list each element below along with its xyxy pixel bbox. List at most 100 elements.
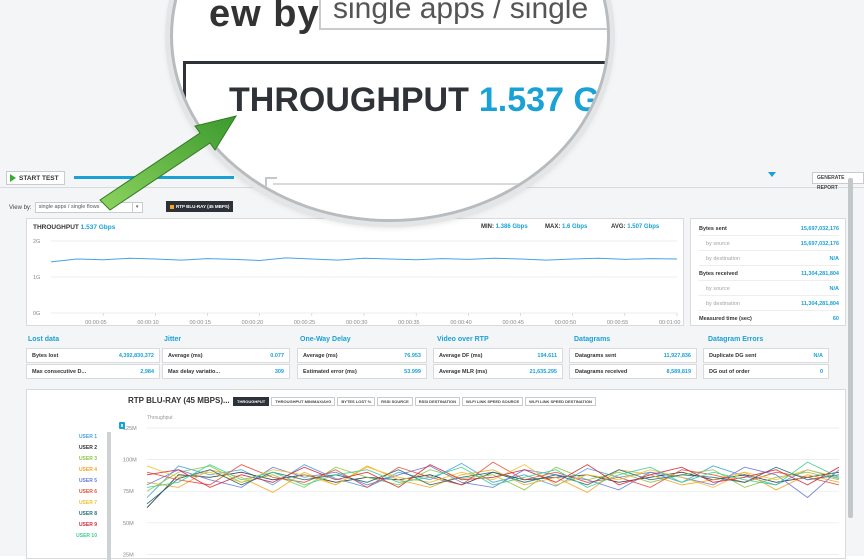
bytes-row-value: 60 [832,316,839,322]
collapse-caret-icon[interactable] [768,172,776,177]
tab-rssi-source[interactable]: RSSI SOURCE [377,397,413,406]
y-tick-label: 1G [33,275,40,281]
metric-label: Duplicate DG sent [709,352,757,359]
metric-value: 21,635.295 [529,368,557,375]
user-legend-item[interactable]: USER 10 [27,531,101,542]
app-window: START TEST GENERATE REPORT View by: sing… [0,0,864,560]
bytes-row-label: Bytes received [699,270,738,277]
lens-view-by-text: ew by: [209,0,334,35]
lens-gridline [273,183,607,185]
metric-label: Average DF (ms) [439,352,483,359]
lens-throughput-label: THROUGHPUT [229,81,469,119]
user-legend-item[interactable]: USER 1 [27,432,101,443]
y-tick-label: 25M [123,552,134,558]
metric-label: Bytes lost [32,352,59,359]
bytes-row: Measured time (sec) 60 [699,312,839,326]
tab-wifi-link-speed-source[interactable]: WI-FI LINK SPEED SOURCE [462,397,524,406]
throughput-title: THROUGHPUT 1.537 Gbps [33,224,115,231]
flow-color-icon [170,204,174,209]
min-label: MIN: [481,224,494,230]
bytes-row: by source 15,697,032,176 [699,237,839,251]
y-tick-label: 50M [123,521,134,527]
metric-value: 309 [274,368,284,375]
user-legend-item[interactable]: USER 8 [27,509,101,520]
metric-row: Average MLR (ms) 21,635.295 [433,364,563,379]
metric-label: Average (ms) [303,352,338,359]
x-tick-label: 00:00:45 [503,320,524,326]
chevron-down-icon: ▾ [131,203,142,212]
x-tick-label: 00:01:00 [659,320,680,326]
user-legend-item[interactable]: USER 5 [27,476,101,487]
x-tick-label: 00:00:20 [242,320,263,326]
x-tick-label: 00:00:30 [346,320,367,326]
lower-chart-subtitle: Throughput [147,415,173,421]
y-tick-label: 2G [33,239,40,245]
user-legend-item[interactable]: USER 3 [27,454,101,465]
avg-label: AVG: [611,224,626,230]
lost-data-title: Lost data [28,336,60,343]
y-tick-label: 0G [33,311,40,317]
metric-value: 2,984 [140,368,154,375]
metric-value: 53.999 [404,368,421,375]
avg-value: 1.507 Gbps [627,224,660,230]
metric-label: DG out of order [709,368,750,375]
tab-bytes-lost[interactable]: BYTES LOST % [337,397,376,406]
jitter-title: Jitter [164,336,182,343]
max-label: MAX: [545,224,561,230]
x-tick-label: 00:00:50 [555,320,576,326]
bytes-row-value: N/A [829,255,839,262]
vertical-scrollbar[interactable] [848,178,853,518]
lens-throughput-value: 1.537 Gbps [478,81,607,119]
datagram-errors-title: Datagram Errors [708,336,764,343]
user-legend-item[interactable]: USER 2 [27,443,101,454]
metric-label: Average (ms) [168,352,203,359]
tab-throughput-min-max-avg[interactable]: THROUGHPUT MIN/MAX/AVG [271,397,336,406]
view-by-row: View by: single apps / single flows ▾ [9,202,143,213]
bytes-row-value: 15,697,032,176 [800,240,839,247]
bytes-row: Bytes sent 15,697,032,176 [699,222,839,236]
lens-axis-label: 2G [213,171,248,201]
chart-tabs: THROUGHPUT THROUGHPUT MIN/MAX/AVG BYTES … [233,397,596,406]
metric-row: Max consecutive D... 2,984 [26,364,160,379]
lower-chart-title: RTP BLU-RAY (45 MBPS)... [128,396,230,405]
magnifier-lens: ew by: single apps / single THROUGHPUT 1.… [170,0,610,222]
view-by-label: View by: [9,204,32,211]
user-legend-item[interactable]: USER 4 [27,465,101,476]
user-legend-item[interactable]: USER 7 [27,498,101,509]
metric-label: Estimated error (ms) [303,368,357,375]
metric-value: 0 [819,368,823,375]
throughput-series-line [50,257,678,263]
metric-row: Bytes lost 4,392,830,372 [26,348,160,363]
generate-report-button[interactable]: GENERATE REPORT [812,172,864,191]
bytes-panel: Bytes sent 15,697,032,176 by source 15,697… [690,218,846,326]
user-legend-item[interactable]: USER 9 [27,520,101,531]
start-test-button[interactable]: START TEST [6,171,65,185]
min-value: 1.386 Gbps [495,224,528,230]
bytes-row: Bytes received 11,304,281,804 [699,267,839,281]
user-throughput-panel: 125M 100M 75M 50M 25M RTP BLU-RAY (45 MBPS).… [26,389,846,560]
bytes-row-label: by source [706,285,730,292]
throughput-panel: 2G 1G 0G 00:00:05 00:00:10 00:00:15 00:00:20 00… [26,218,684,326]
metric-label: Average MLR (ms) [439,368,488,375]
throughput-avg: AVG: 1.507 Gbps [611,224,659,230]
metric-row: Datagrams received 8,589,819 [569,364,697,379]
bytes-row-label: by destination [706,255,740,262]
metric-label: Max delay variatio... [168,368,220,375]
y-tick-label: 100M [123,458,137,464]
throughput-min: MIN: 1.386 Gbps [481,224,528,230]
user-legend-item[interactable]: USER 6 [27,487,101,498]
tab-rssi-destination[interactable]: RSSI DESTINATION [414,397,460,406]
x-tick-label: 00:00:25 [294,320,315,326]
bytes-row: by destination N/A [699,252,839,266]
view-by-value: single apps / single flows [38,204,100,210]
metric-label: Max consecutive D... [32,368,87,375]
metric-value: N/A [813,352,823,359]
view-by-select[interactable]: single apps / single flows ▾ [34,202,143,213]
tab-wifi-link-speed-destination[interactable]: WI-FI LINK SPEED DESTINATION [525,397,596,406]
tab-throughput[interactable]: THROUGHPUT [233,397,270,406]
metric-row: Duplicate DG sent N/A [703,348,829,363]
throughput-value: 1.537 Gbps [80,224,116,231]
throughput-label: THROUGHPUT [33,224,79,231]
user-list-scrollbar[interactable] [107,432,111,560]
metric-row: Average (ms) 0.077 [162,348,290,363]
